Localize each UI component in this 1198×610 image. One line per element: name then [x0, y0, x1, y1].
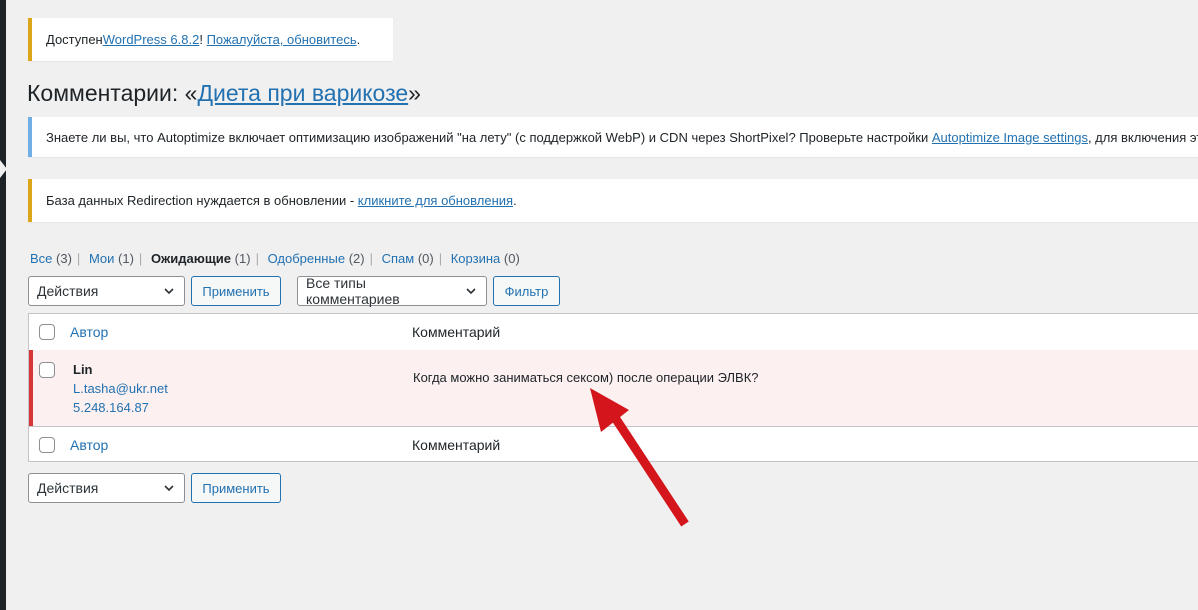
update-notice-suffix: . — [356, 32, 361, 47]
row-checkbox[interactable] — [39, 362, 55, 378]
chevron-down-icon — [466, 288, 476, 295]
update-notice-middle: ! — [199, 32, 207, 47]
please-update-link[interactable]: Пожалуйста, обновитесь — [207, 32, 357, 47]
redirection-update-link[interactable]: кликните для обновления — [358, 193, 513, 208]
apply-label-bottom: Применить — [202, 480, 270, 496]
autoptimize-notice: Знаете ли вы, что Autoptimize включает о… — [28, 117, 1198, 157]
bulk-actions-select-top[interactable]: Действия — [28, 276, 185, 306]
comments-table: Автор Комментарий Lin L.tasha@ukr.net 5.… — [28, 313, 1198, 462]
chevron-down-icon — [164, 288, 174, 295]
admin-menu-edge — [0, 0, 6, 610]
comment-text: Когда можно заниматься сексом) после опе… — [413, 370, 759, 385]
filter-trash[interactable]: Корзина (0) — [451, 251, 520, 266]
author-ip-link[interactable]: 5.248.164.87 — [73, 400, 149, 415]
chevron-down-icon — [164, 485, 174, 492]
filter-mine[interactable]: Мои (1) — [89, 251, 134, 266]
bulk-actions-label: Действия — [37, 283, 99, 299]
redirection-notice: База данных Redirection нуждается в обно… — [28, 179, 1198, 222]
filter-all[interactable]: Все (3) — [30, 251, 72, 266]
current-menu-indicator — [0, 160, 7, 178]
autoptimize-image-settings-link[interactable]: Autoptimize Image settings — [932, 130, 1088, 145]
column-comment-footer: Комментарий — [412, 437, 501, 453]
apply-button-bottom[interactable]: Применить — [191, 473, 281, 503]
autoptimize-notice-prefix: Знаете ли вы, что Autoptimize включает о… — [46, 129, 932, 145]
bulk-actions-label-bottom: Действия — [37, 480, 99, 496]
wordpress-version-link[interactable]: WordPress 6.8.2 — [103, 32, 200, 47]
redirection-notice-prefix: База данных Redirection нуждается в обно… — [46, 193, 358, 208]
post-title-link[interactable]: Диета при варикозе — [197, 80, 408, 106]
author-name: Lin — [73, 362, 93, 377]
update-notice-prefix: Доступен — [46, 32, 103, 47]
table-row: Lin L.tasha@ukr.net 5.248.164.87 Когда м… — [29, 350, 1198, 426]
autoptimize-notice-suffix: , для включения эт — [1087, 129, 1198, 145]
filter-button[interactable]: Фильтр — [493, 276, 560, 306]
author-email-link[interactable]: L.tasha@ukr.net — [73, 381, 168, 396]
column-author-sort[interactable]: Автор — [70, 324, 108, 340]
bulk-actions-select-bottom[interactable]: Действия — [28, 473, 185, 503]
table-header: Автор Комментарий — [29, 314, 1198, 351]
filter-label: Фильтр — [504, 283, 549, 299]
select-all-checkbox[interactable] — [39, 324, 55, 340]
filter-pending[interactable]: Ожидающие (1) — [151, 251, 251, 266]
comment-type-label: Все типы комментариев — [306, 275, 400, 307]
page-title: Комментарии: «Диета при варикозе» — [27, 80, 421, 107]
status-filter-links: Все (3) | Мои (1) | Ожидающие (1) | Одобрен… — [30, 251, 520, 266]
page-title-prefix: Комментарии: « — [27, 80, 198, 106]
column-comment: Комментарий — [412, 324, 501, 340]
update-notice: Доступен WordPress 6.8.2 ! Пожалуйста, о… — [28, 18, 393, 61]
page-title-suffix: » — [408, 80, 421, 106]
filter-spam[interactable]: Спам (0) — [382, 251, 434, 266]
apply-button-top[interactable]: Применить — [191, 276, 281, 306]
apply-label: Применить — [202, 283, 270, 299]
comment-type-select[interactable]: Все типы комментариев — [297, 275, 487, 307]
select-all-checkbox-footer[interactable] — [39, 437, 55, 453]
column-author-sort-footer[interactable]: Автор — [70, 437, 108, 453]
redirection-notice-suffix: . — [513, 193, 517, 208]
filter-approved[interactable]: Одобренные (2) — [268, 251, 365, 266]
table-footer: Автор Комментарий — [29, 426, 1198, 463]
